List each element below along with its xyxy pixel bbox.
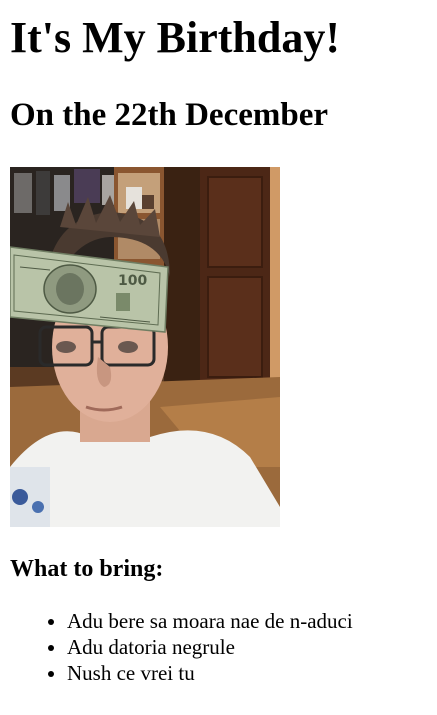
birthday-photo: 100 bbox=[10, 166, 280, 527]
page: It's My Birthday! On the 22th December 1… bbox=[0, 13, 437, 686]
page-title: It's My Birthday! bbox=[10, 13, 340, 62]
what-to-bring-heading: What to bring: bbox=[10, 555, 164, 582]
list-item: Adu datoria negrule bbox=[67, 634, 427, 660]
list-item: Nush ce vrei tu bbox=[67, 660, 427, 686]
list-item: Adu bere sa moara nae de n-aduci bbox=[67, 608, 427, 634]
page-subtitle: On the 22th December bbox=[10, 97, 329, 134]
bring-list: Adu bere sa moara nae de n-aduci Adu dat… bbox=[10, 608, 427, 686]
svg-text:100: 100 bbox=[118, 273, 147, 289]
